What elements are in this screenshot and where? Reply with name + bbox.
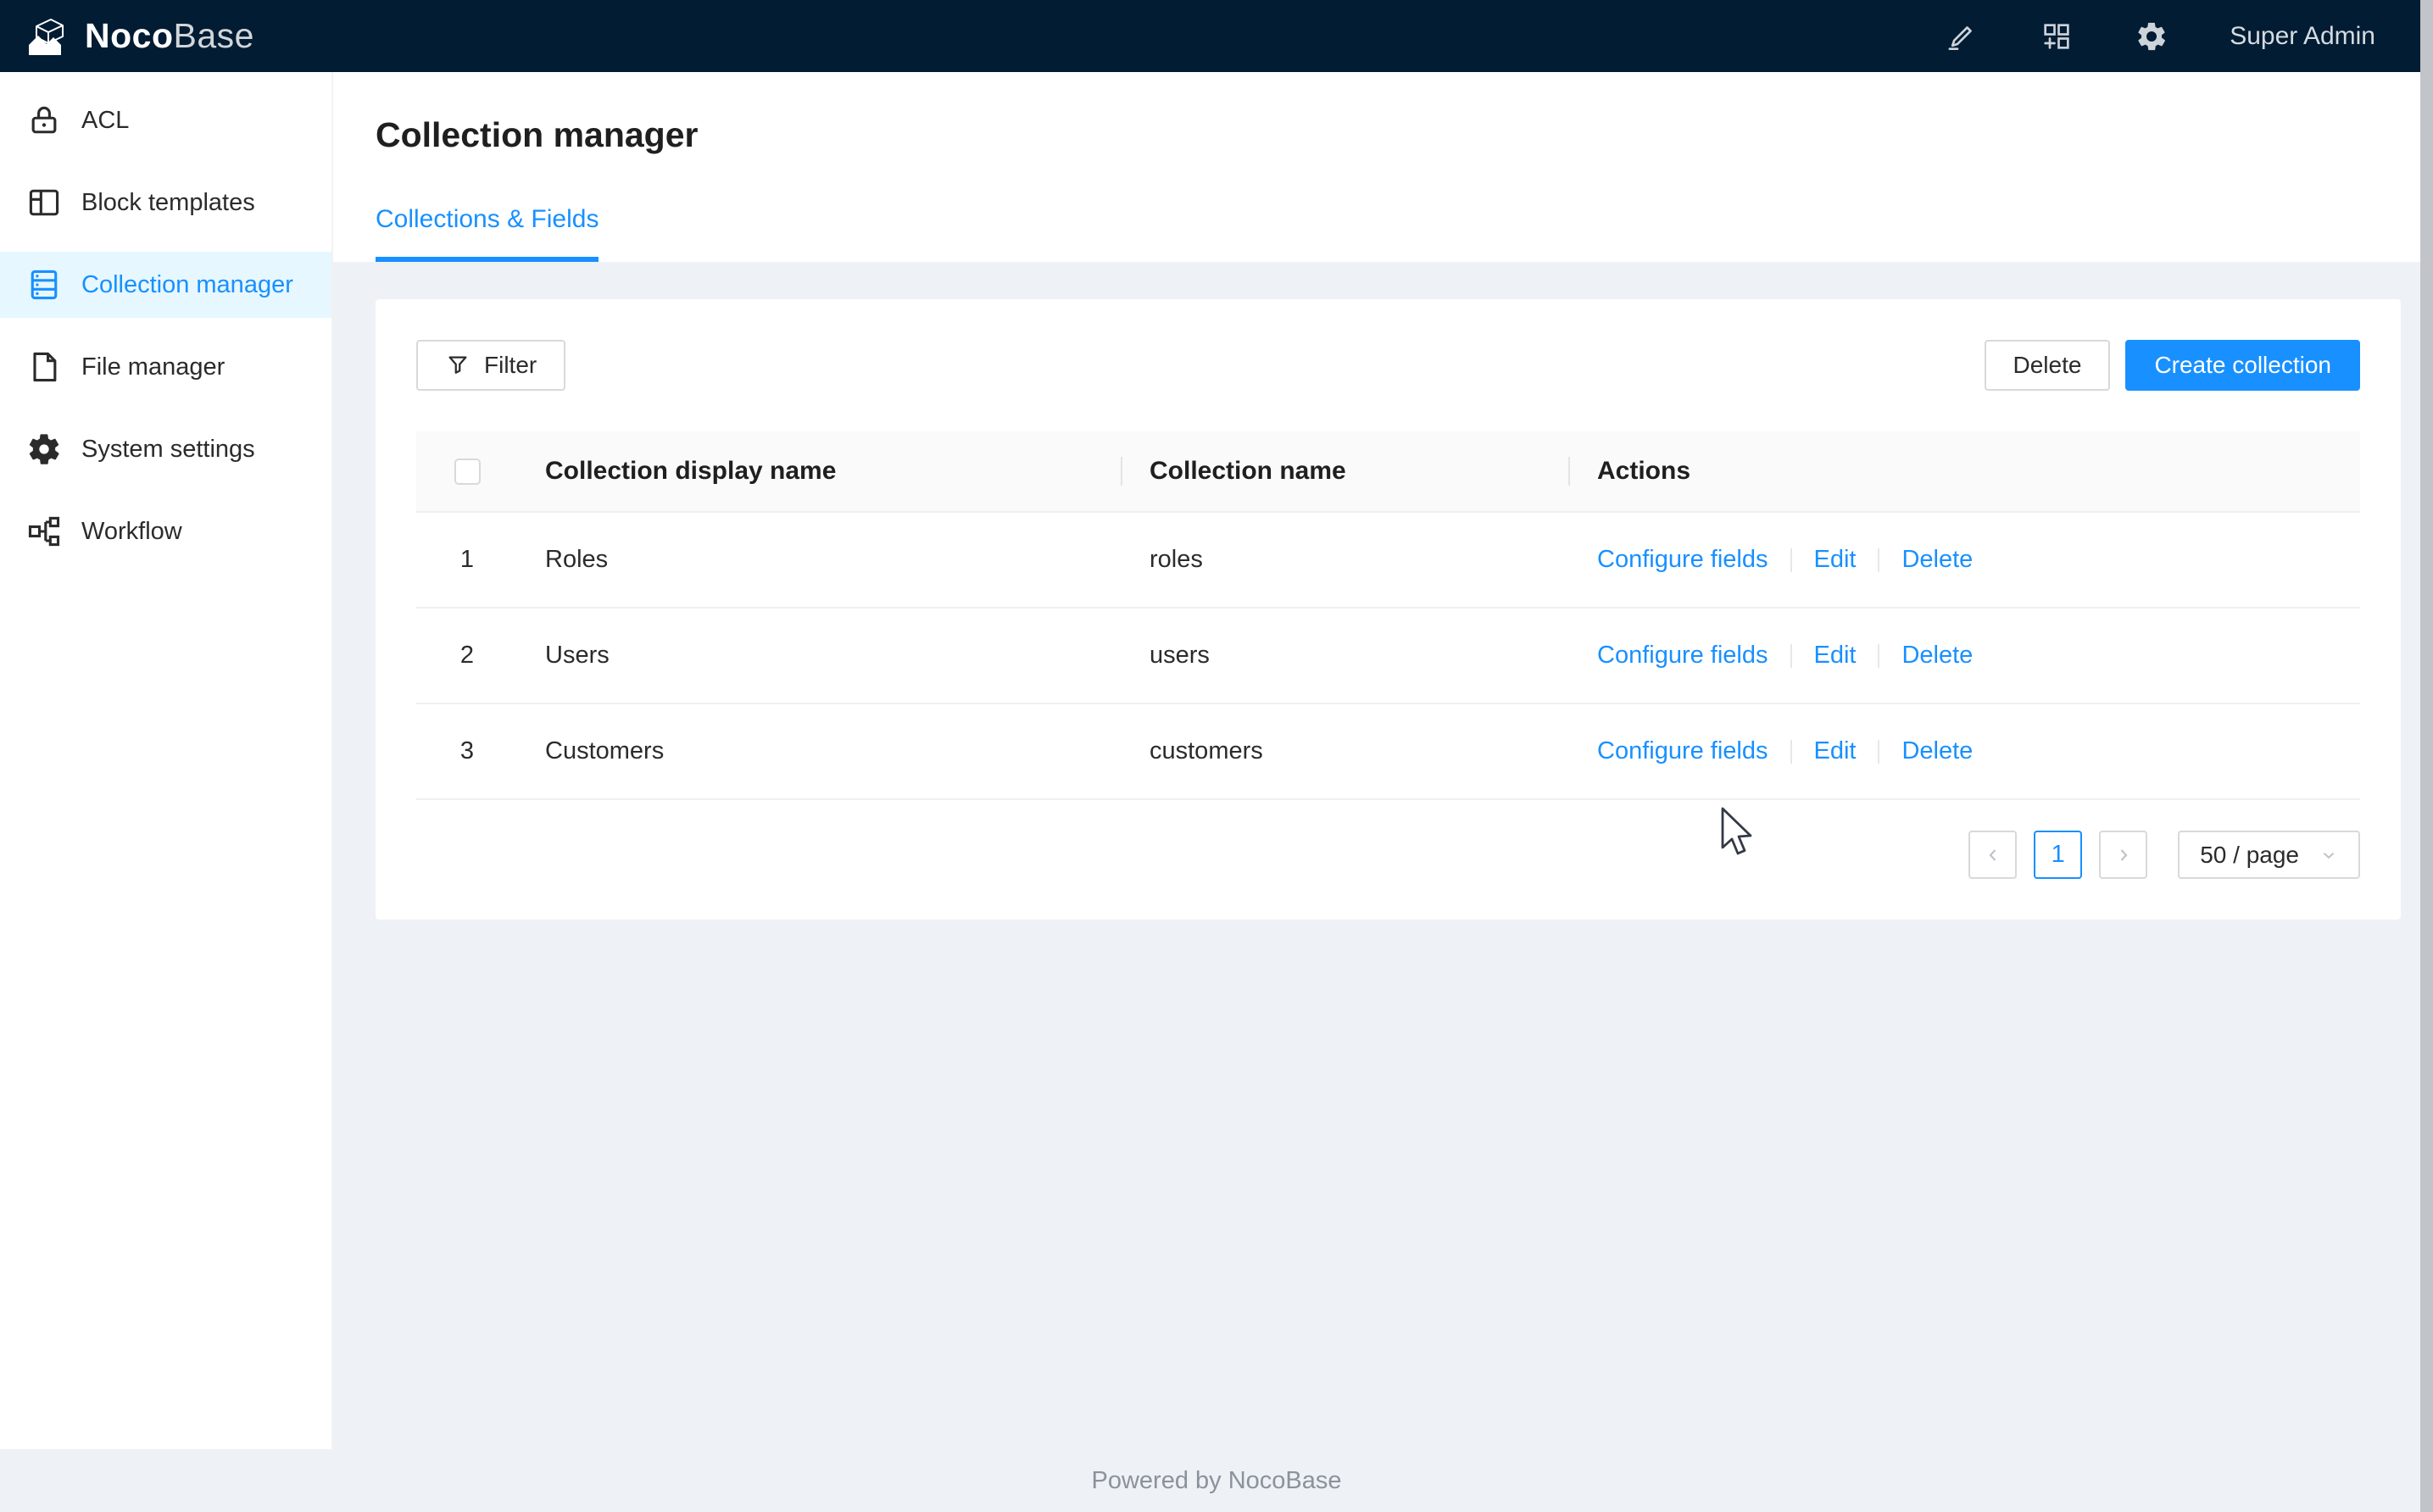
- row-index: 2: [460, 642, 474, 670]
- filter-button-label: Filter: [484, 352, 537, 379]
- delete-link[interactable]: Delete: [1901, 737, 1973, 764]
- sidebar-item-label: Workflow: [81, 518, 182, 546]
- action-divider: [1790, 740, 1792, 764]
- edit-link[interactable]: Edit: [1814, 546, 1857, 573]
- table-row: 3 Customers customers Configure fields Ed…: [416, 704, 2360, 800]
- filter-funnel-icon: [445, 353, 470, 378]
- sidebar-item-workflow[interactable]: Workflow: [0, 498, 331, 564]
- sidebar-item-system-settings[interactable]: System settings: [0, 416, 331, 482]
- table-row: 1 Roles roles Configure fields Edit Delete: [416, 513, 2360, 609]
- appstore-add-icon[interactable]: [2040, 19, 2074, 53]
- sidebar-item-label: File manager: [81, 353, 225, 381]
- topbar: NocoBase Super Admin: [0, 0, 2433, 72]
- cell-actions: Configure fields Edit Delete: [1570, 642, 2360, 670]
- configure-fields-link[interactable]: Configure fields: [1597, 642, 1768, 669]
- chevron-left-icon: [1983, 845, 2003, 865]
- lock-icon: [25, 102, 63, 139]
- highlighter-icon[interactable]: [1945, 19, 1979, 53]
- tabs-bar: Collections & Fields: [376, 201, 2391, 262]
- sidebar-item-label: ACL: [81, 107, 129, 135]
- cell-actions: Configure fields Edit Delete: [1570, 737, 2360, 765]
- table-row: 2 Users users Configure fields Edit Delete: [416, 609, 2360, 704]
- cell-display-name: Roles: [518, 546, 1122, 574]
- collections-table-card: Filter Delete Create collection Coll: [376, 299, 2401, 920]
- delete-button-label: Delete: [2013, 352, 2082, 379]
- sidebar: ACL Block templates Collection manager: [0, 72, 333, 1449]
- cell-collection-name: users: [1122, 642, 1570, 670]
- page-1-button[interactable]: 1: [2034, 831, 2082, 879]
- delete-button[interactable]: Delete: [1985, 340, 2111, 391]
- nocobase-cube-icon: [25, 14, 73, 58]
- gear-icon: [25, 431, 63, 468]
- chevron-down-icon: [2319, 846, 2338, 864]
- sidebar-item-collection-manager[interactable]: Collection manager: [0, 252, 331, 318]
- action-divider: [1878, 740, 1879, 764]
- layout-icon: [25, 184, 63, 221]
- sidebar-item-file-manager[interactable]: File manager: [0, 334, 331, 400]
- select-all-checkbox[interactable]: [454, 459, 481, 485]
- header-actions: Actions: [1570, 431, 2360, 511]
- edit-link[interactable]: Edit: [1814, 737, 1857, 764]
- action-divider: [1878, 644, 1879, 668]
- nocobase-logo[interactable]: NocoBase: [25, 14, 254, 58]
- delete-link[interactable]: Delete: [1901, 546, 1973, 573]
- page-header: Collection manager Collections & Fields: [333, 72, 2433, 262]
- file-icon: [25, 348, 63, 386]
- pagination: 1 50 / page: [416, 831, 2360, 879]
- next-page-button[interactable]: [2099, 831, 2147, 879]
- create-collection-button[interactable]: Create collection: [2125, 340, 2360, 391]
- database-icon: [25, 266, 63, 303]
- header-collection-display-name: Collection display name: [518, 431, 1122, 511]
- chevron-right-icon: [2113, 845, 2134, 865]
- sidebar-item-label: Collection manager: [81, 271, 293, 299]
- cell-display-name: Users: [518, 642, 1122, 670]
- table-toolbar: Filter Delete Create collection: [416, 340, 2360, 391]
- footer: Powered by NocoBase: [0, 1449, 2433, 1512]
- powered-by-text: Powered by NocoBase: [1092, 1467, 1342, 1495]
- main-content: Collection manager Collections & Fields …: [333, 72, 2433, 1449]
- action-divider: [1790, 644, 1792, 668]
- vertical-scrollbar[interactable]: [2420, 0, 2433, 1512]
- tab-collections-and-fields[interactable]: Collections & Fields: [376, 201, 599, 262]
- prev-page-button[interactable]: [1968, 831, 2017, 879]
- configure-fields-link[interactable]: Configure fields: [1597, 737, 1768, 764]
- brand-name-bold: Noco: [85, 16, 174, 55]
- cell-collection-name: customers: [1122, 737, 1570, 765]
- configure-fields-link[interactable]: Configure fields: [1597, 546, 1768, 573]
- sidebar-item-label: System settings: [81, 436, 255, 464]
- page-size-value: 50 / page: [2200, 842, 2299, 869]
- create-collection-button-label: Create collection: [2154, 352, 2331, 379]
- page-size-select[interactable]: 50 / page: [2178, 831, 2360, 879]
- header-collection-name: Collection name: [1122, 431, 1570, 511]
- user-menu[interactable]: Super Admin: [2230, 22, 2375, 51]
- filter-button[interactable]: Filter: [416, 340, 565, 391]
- sidebar-item-label: Block templates: [81, 189, 255, 217]
- action-divider: [1878, 548, 1879, 572]
- edit-link[interactable]: Edit: [1814, 642, 1857, 669]
- page-title: Collection manager: [376, 113, 2391, 157]
- gear-icon[interactable]: [2135, 19, 2169, 53]
- delete-link[interactable]: Delete: [1901, 642, 1973, 669]
- sidebar-item-block-templates[interactable]: Block templates: [0, 170, 331, 236]
- cell-collection-name: roles: [1122, 546, 1570, 574]
- row-index: 3: [460, 737, 474, 765]
- collections-table: Collection display name Collection name …: [416, 431, 2360, 800]
- partition-icon: [25, 513, 63, 550]
- sidebar-item-acl[interactable]: ACL: [0, 87, 331, 153]
- brand-name-light: Base: [174, 16, 254, 55]
- row-index: 1: [460, 546, 474, 574]
- cell-actions: Configure fields Edit Delete: [1570, 546, 2360, 574]
- cell-display-name: Customers: [518, 737, 1122, 765]
- action-divider: [1790, 548, 1792, 572]
- table-header-row: Collection display name Collection name …: [416, 431, 2360, 513]
- select-all-cell: [416, 433, 518, 510]
